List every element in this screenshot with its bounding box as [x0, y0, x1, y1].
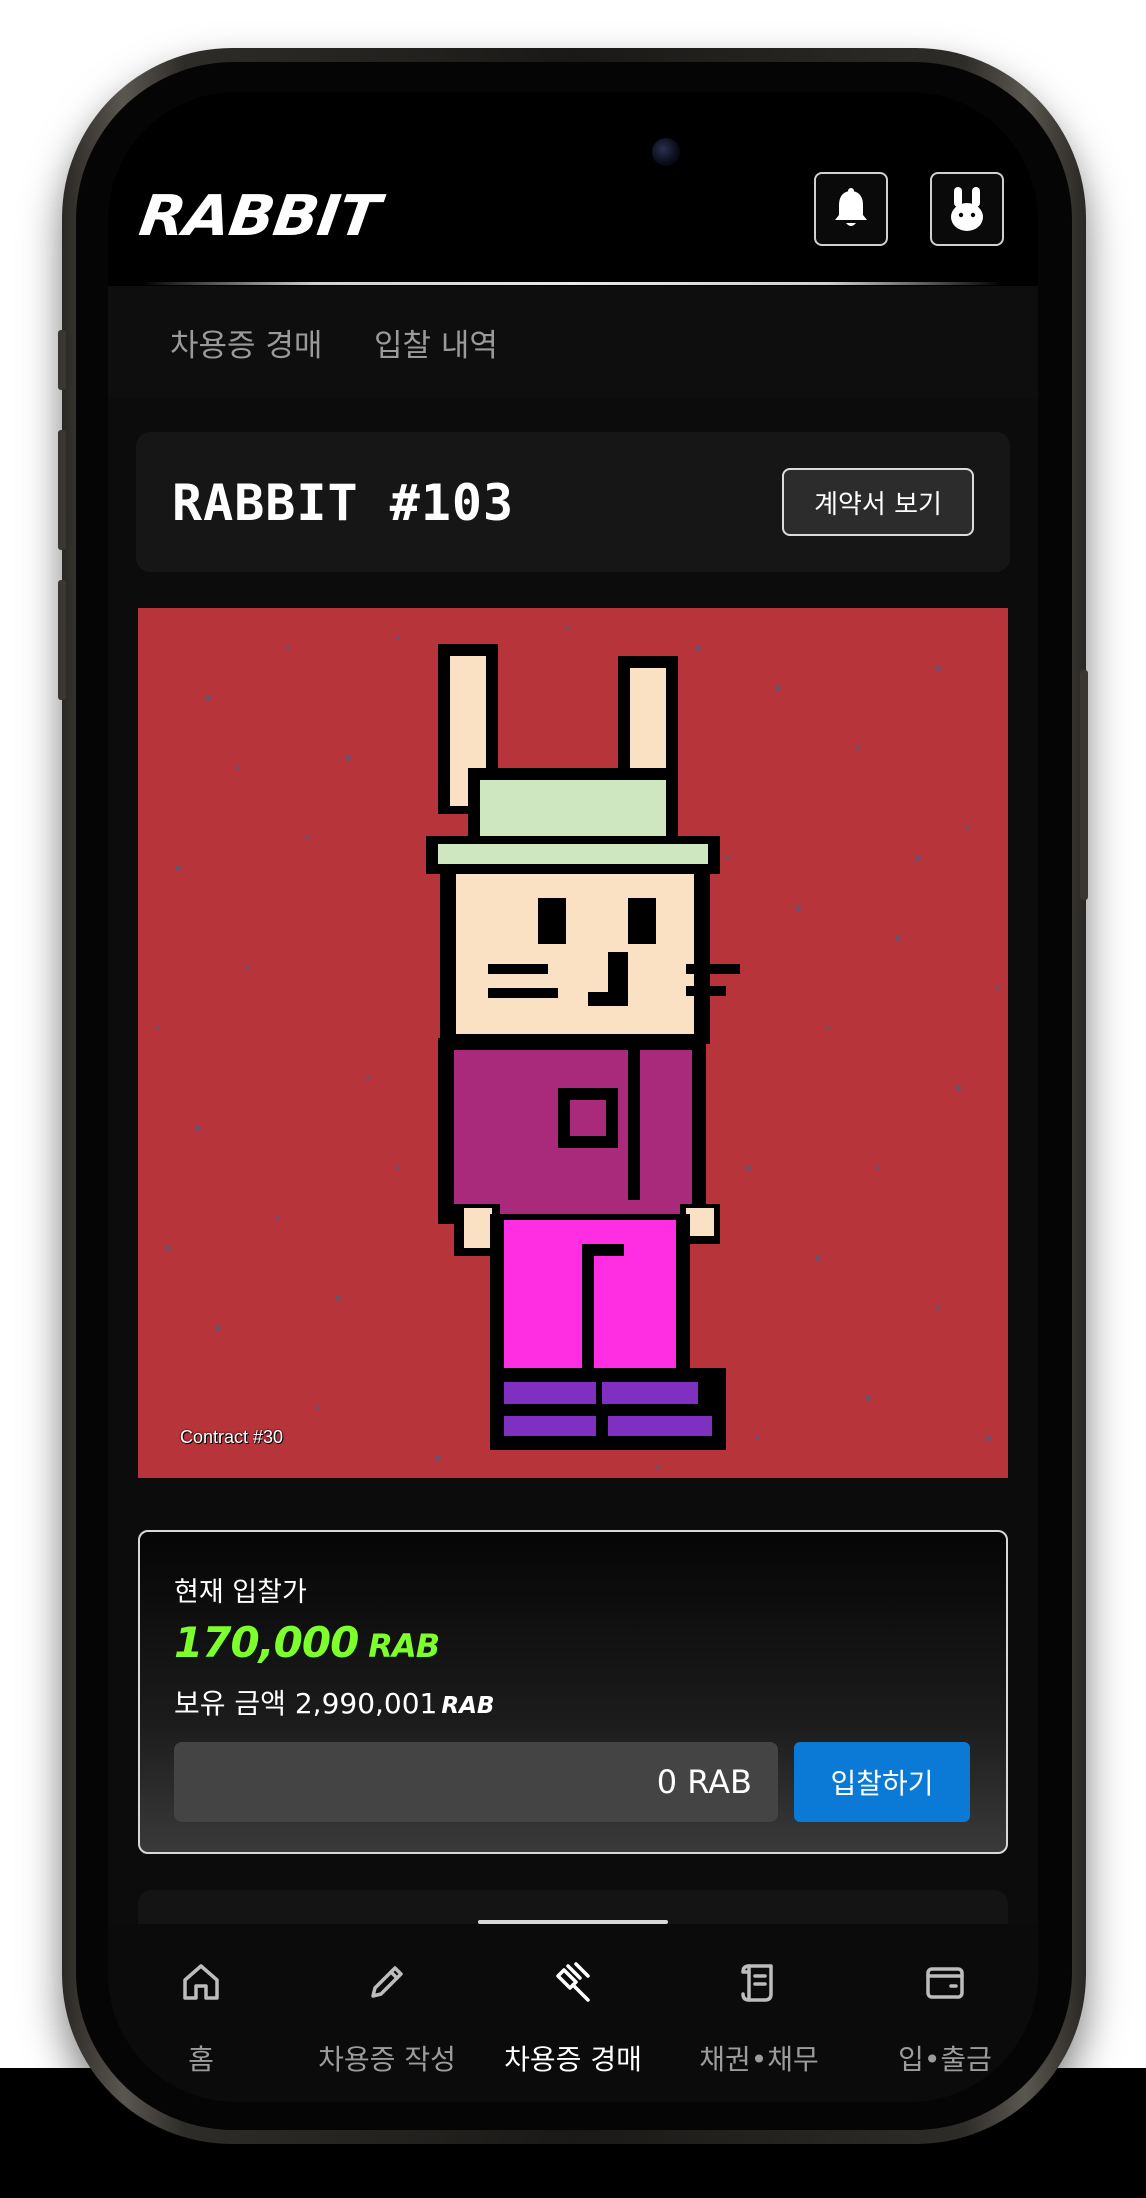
tab-write-contract[interactable]: 차용증 작성	[294, 1924, 480, 2102]
balance-line: 보유 금액 2,990,001 RAB	[174, 1682, 494, 1722]
current-bid-label: 현재 입찰가	[174, 1577, 307, 1608]
bottom-tab-bar: 홈 차용증 작성 차용증 경매 채권•채무 입•출금	[108, 1924, 1038, 2102]
volume-down-button	[58, 580, 66, 700]
wallet-icon	[926, 1967, 964, 1999]
bid-amount-input[interactable]: 0 RAB	[174, 1742, 778, 1822]
subnav-bid-history[interactable]: 입찰 내역	[374, 320, 498, 365]
tab-deposit-withdraw[interactable]: 입•출금	[852, 1924, 1038, 2102]
tab-credit-debt[interactable]: 채권•채무	[666, 1924, 852, 2102]
balance-unit: RAB	[441, 1693, 495, 1719]
pencil-icon	[371, 1966, 403, 1998]
tab-home-label: 홈	[188, 2043, 214, 2076]
home-icon	[183, 1964, 219, 2000]
canvas: RABBIT 차용증 경매 입찰 내역 RABBIT #103 계약서 보기 C…	[0, 0, 1146, 2198]
current-bid-price: 170,000 RAB	[174, 1618, 440, 1667]
rabbit-logo[interactable]: RABBIT	[135, 184, 383, 249]
tab-credit-debt-label: 채권•채무	[699, 2043, 819, 2076]
tab-auction[interactable]: 차용증 경매	[480, 1924, 666, 2102]
action-button	[58, 330, 66, 390]
tab-auction-label: 차용증 경매	[504, 2043, 642, 2076]
current-bid-value: 170,000	[174, 1618, 359, 1667]
bid-card: 현재 입찰가 170,000 RAB 보유 금액 2,990,001 RAB 0 R…	[138, 1530, 1008, 1854]
nft-image: Contract #30	[138, 608, 1008, 1478]
tab-deposit-withdraw-label: 입•출금	[898, 2043, 992, 2076]
subnav-auction[interactable]: 차용증 경매	[170, 320, 322, 365]
bell-icon	[835, 188, 867, 226]
power-button	[1080, 670, 1088, 900]
current-bid-unit: RAB	[368, 1627, 440, 1665]
place-bid-button[interactable]: 입찰하기	[794, 1742, 970, 1822]
scroll-icon	[741, 1964, 773, 2002]
gavel-icon	[556, 1962, 590, 2002]
rabbit-profile-icon	[951, 187, 983, 231]
tab-home[interactable]: 홈	[108, 1924, 294, 2102]
app-screen: RABBIT 차용증 경매 입찰 내역 RABBIT #103 계약서 보기 C…	[108, 92, 1038, 2102]
notifications-button[interactable]	[814, 172, 888, 246]
contract-caption: Contract #30	[180, 1427, 284, 1447]
camera-lens	[652, 138, 680, 166]
balance-label: 보유 금액	[174, 1687, 286, 1720]
sub-navigation: 차용증 경매 입찰 내역	[108, 286, 1038, 398]
auction-title-card: RABBIT #103 계약서 보기	[136, 432, 1010, 572]
tab-write-contract-label: 차용증 작성	[318, 2043, 456, 2076]
header-divider	[142, 282, 1002, 285]
volume-up-button	[58, 430, 66, 550]
balance-value: 2,990,001	[294, 1687, 438, 1720]
auction-title: RABBIT #103	[172, 474, 515, 532]
dynamic-island	[440, 114, 706, 190]
profile-button[interactable]	[930, 172, 1004, 246]
pixel-rabbit-illustration	[156, 626, 1000, 1470]
view-contract-button[interactable]: 계약서 보기	[782, 468, 974, 536]
